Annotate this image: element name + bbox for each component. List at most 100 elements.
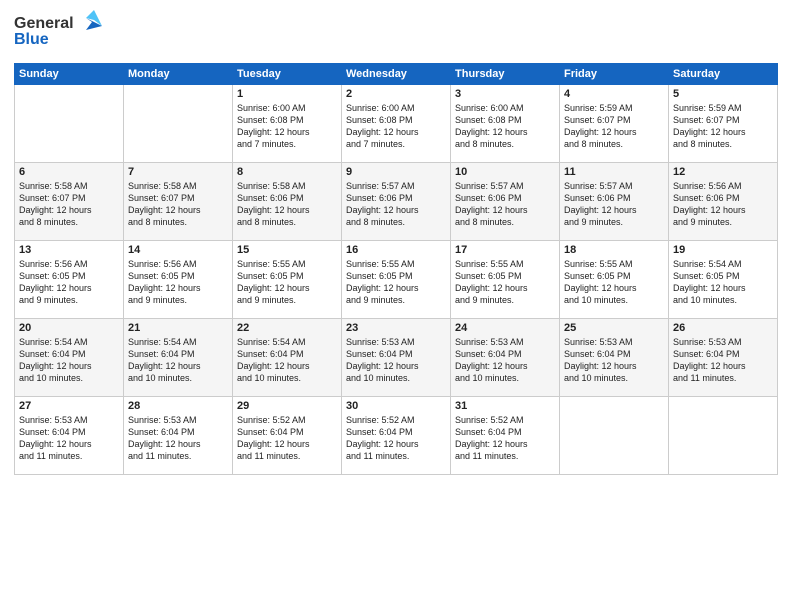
cell-info: Sunrise: 5:55 AM Sunset: 6:05 PM Dayligh… — [346, 258, 446, 307]
calendar-cell: 27Sunrise: 5:53 AM Sunset: 6:04 PM Dayli… — [15, 397, 124, 475]
calendar-cell: 10 Sunrise: 5:57 AM Sunset: 6:06 PM Dayli… — [451, 163, 560, 241]
day-number: 13 — [19, 244, 119, 256]
calendar-row-1: 6 Sunrise: 5:58 AM Sunset: 6:07 PM Daylig… — [15, 163, 778, 241]
cell-info: Sunrise: 5:59 AM Sunset: 6:07 PM Dayligh… — [564, 102, 664, 151]
cell-info: Sunrise: 5:54 AM Sunset: 6:05 PM Dayligh… — [673, 258, 773, 307]
header: General Blue — [14, 10, 778, 57]
cell-info: Sunrise: 5:53 AM Sunset: 6:04 PM Dayligh… — [673, 336, 773, 385]
calendar-cell: 30Sunrise: 5:52 AM Sunset: 6:04 PM Dayli… — [342, 397, 451, 475]
calendar-cell: 18 Sunrise: 5:55 AM Sunset: 6:05 PM Dayli… — [560, 241, 669, 319]
weekday-header-row: SundayMondayTuesdayWednesdayThursdayFrid… — [15, 64, 778, 85]
day-number: 2 — [346, 88, 446, 100]
day-number: 27 — [19, 400, 119, 412]
cell-info: Sunrise: 5:52 AM Sunset: 6:04 PM Dayligh… — [237, 414, 337, 463]
calendar-cell: 21 Sunrise: 5:54 AM Sunset: 6:04 PM Dayli… — [124, 319, 233, 397]
weekday-header-friday: Friday — [560, 64, 669, 85]
calendar-cell: 17 Sunrise: 5:55 AM Sunset: 6:05 PM Dayli… — [451, 241, 560, 319]
calendar-cell: 19 Sunrise: 5:54 AM Sunset: 6:05 PM Dayli… — [669, 241, 778, 319]
calendar-cell: 4 Sunrise: 5:59 AM Sunset: 6:07 PM Daylig… — [560, 85, 669, 163]
cell-info: Sunrise: 5:58 AM Sunset: 6:07 PM Dayligh… — [128, 180, 228, 229]
calendar-cell: 8Sunrise: 5:58 AM Sunset: 6:06 PM Daylig… — [233, 163, 342, 241]
day-number: 9 — [346, 166, 446, 178]
cell-info: Sunrise: 5:58 AM Sunset: 6:07 PM Dayligh… — [19, 180, 119, 229]
calendar-cell: 2Sunrise: 6:00 AM Sunset: 6:08 PM Daylig… — [342, 85, 451, 163]
calendar-cell: 22 Sunrise: 5:54 AM Sunset: 6:04 PM Dayli… — [233, 319, 342, 397]
day-number: 14 — [128, 244, 228, 256]
calendar-cell: 23 Sunrise: 5:53 AM Sunset: 6:04 PM Dayli… — [342, 319, 451, 397]
day-number: 17 — [455, 244, 555, 256]
day-number: 22 — [237, 322, 337, 334]
calendar-cell — [15, 85, 124, 163]
calendar-row-0: 1Sunrise: 6:00 AM Sunset: 6:08 PM Daylig… — [15, 85, 778, 163]
day-number: 25 — [564, 322, 664, 334]
day-number: 16 — [346, 244, 446, 256]
cell-info: Sunrise: 5:54 AM Sunset: 6:04 PM Dayligh… — [128, 336, 228, 385]
calendar-row-4: 27 Sunrise: 5:53 AM Sunset: 6:04 PM Dayli… — [15, 397, 778, 475]
calendar-cell: 26 Sunrise: 5:53 AM Sunset: 6:04 PM Dayli… — [669, 319, 778, 397]
cell-info: Sunrise: 5:56 AM Sunset: 6:06 PM Dayligh… — [673, 180, 773, 229]
logo: General Blue — [14, 10, 104, 57]
calendar-cell: 28 Sunrise: 5:53 AM Sunset: 6:04 PM Dayli… — [124, 397, 233, 475]
calendar-cell: 14Sunrise: 5:56 AM Sunset: 6:05 PM Dayli… — [124, 241, 233, 319]
svg-text:Blue: Blue — [14, 31, 49, 48]
day-number: 4 — [564, 88, 664, 100]
calendar-cell: 29 Sunrise: 5:52 AM Sunset: 6:04 PM Dayli… — [233, 397, 342, 475]
weekday-header-sunday: Sunday — [15, 64, 124, 85]
weekday-header-saturday: Saturday — [669, 64, 778, 85]
day-number: 7 — [128, 166, 228, 178]
cell-info: Sunrise: 5:57 AM Sunset: 6:06 PM Dayligh… — [346, 180, 446, 229]
cell-info: Sunrise: 5:55 AM Sunset: 6:05 PM Dayligh… — [237, 258, 337, 307]
page: General Blue SundayMondayTuesdayWednesda… — [0, 0, 792, 612]
cell-info: Sunrise: 5:53 AM Sunset: 6:04 PM Dayligh… — [346, 336, 446, 385]
cell-info: Sunrise: 5:57 AM Sunset: 6:06 PM Dayligh… — [564, 180, 664, 229]
day-number: 28 — [128, 400, 228, 412]
calendar-cell — [124, 85, 233, 163]
day-number: 21 — [128, 322, 228, 334]
day-number: 6 — [19, 166, 119, 178]
day-number: 11 — [564, 166, 664, 178]
cell-info: Sunrise: 5:57 AM Sunset: 6:06 PM Dayligh… — [455, 180, 555, 229]
cell-info: Sunrise: 5:52 AM Sunset: 6:04 PM Dayligh… — [455, 414, 555, 463]
day-number: 3 — [455, 88, 555, 100]
cell-info: Sunrise: 5:53 AM Sunset: 6:04 PM Dayligh… — [564, 336, 664, 385]
calendar-cell: 3 Sunrise: 6:00 AM Sunset: 6:08 PM Daylig… — [451, 85, 560, 163]
calendar-cell: 15 Sunrise: 5:55 AM Sunset: 6:05 PM Dayli… — [233, 241, 342, 319]
calendar-cell: 20Sunrise: 5:54 AM Sunset: 6:04 PM Dayli… — [15, 319, 124, 397]
cell-info: Sunrise: 5:55 AM Sunset: 6:05 PM Dayligh… — [564, 258, 664, 307]
weekday-header-tuesday: Tuesday — [233, 64, 342, 85]
cell-info: Sunrise: 5:56 AM Sunset: 6:05 PM Dayligh… — [19, 258, 119, 307]
calendar-cell: 12Sunrise: 5:56 AM Sunset: 6:06 PM Dayli… — [669, 163, 778, 241]
day-number: 8 — [237, 166, 337, 178]
calendar-cell — [669, 397, 778, 475]
calendar-cell: 6 Sunrise: 5:58 AM Sunset: 6:07 PM Daylig… — [15, 163, 124, 241]
calendar-cell: 13 Sunrise: 5:56 AM Sunset: 6:05 PM Dayli… — [15, 241, 124, 319]
cell-info: Sunrise: 5:53 AM Sunset: 6:04 PM Dayligh… — [128, 414, 228, 463]
calendar-cell — [560, 397, 669, 475]
calendar-cell: 31Sunrise: 5:52 AM Sunset: 6:04 PM Dayli… — [451, 397, 560, 475]
day-number: 15 — [237, 244, 337, 256]
day-number: 19 — [673, 244, 773, 256]
calendar-cell: 9 Sunrise: 5:57 AM Sunset: 6:06 PM Daylig… — [342, 163, 451, 241]
cell-info: Sunrise: 5:52 AM Sunset: 6:04 PM Dayligh… — [346, 414, 446, 463]
cell-info: Sunrise: 6:00 AM Sunset: 6:08 PM Dayligh… — [455, 102, 555, 151]
calendar-row-3: 20Sunrise: 5:54 AM Sunset: 6:04 PM Dayli… — [15, 319, 778, 397]
cell-info: Sunrise: 6:00 AM Sunset: 6:08 PM Dayligh… — [237, 102, 337, 151]
calendar-cell: 16 Sunrise: 5:55 AM Sunset: 6:05 PM Dayli… — [342, 241, 451, 319]
weekday-header-wednesday: Wednesday — [342, 64, 451, 85]
logo-text: General Blue — [14, 10, 104, 57]
day-number: 10 — [455, 166, 555, 178]
calendar-cell: 11 Sunrise: 5:57 AM Sunset: 6:06 PM Dayli… — [560, 163, 669, 241]
day-number: 23 — [346, 322, 446, 334]
day-number: 18 — [564, 244, 664, 256]
cell-info: Sunrise: 5:54 AM Sunset: 6:04 PM Dayligh… — [237, 336, 337, 385]
day-number: 5 — [673, 88, 773, 100]
calendar-cell: 24 Sunrise: 5:53 AM Sunset: 6:04 PM Dayli… — [451, 319, 560, 397]
cell-info: Sunrise: 5:55 AM Sunset: 6:05 PM Dayligh… — [455, 258, 555, 307]
day-number: 29 — [237, 400, 337, 412]
calendar-cell: 1Sunrise: 6:00 AM Sunset: 6:08 PM Daylig… — [233, 85, 342, 163]
day-number: 24 — [455, 322, 555, 334]
calendar-cell: 5Sunrise: 5:59 AM Sunset: 6:07 PM Daylig… — [669, 85, 778, 163]
cell-info: Sunrise: 5:53 AM Sunset: 6:04 PM Dayligh… — [455, 336, 555, 385]
day-number: 26 — [673, 322, 773, 334]
svg-text:General: General — [14, 15, 74, 32]
